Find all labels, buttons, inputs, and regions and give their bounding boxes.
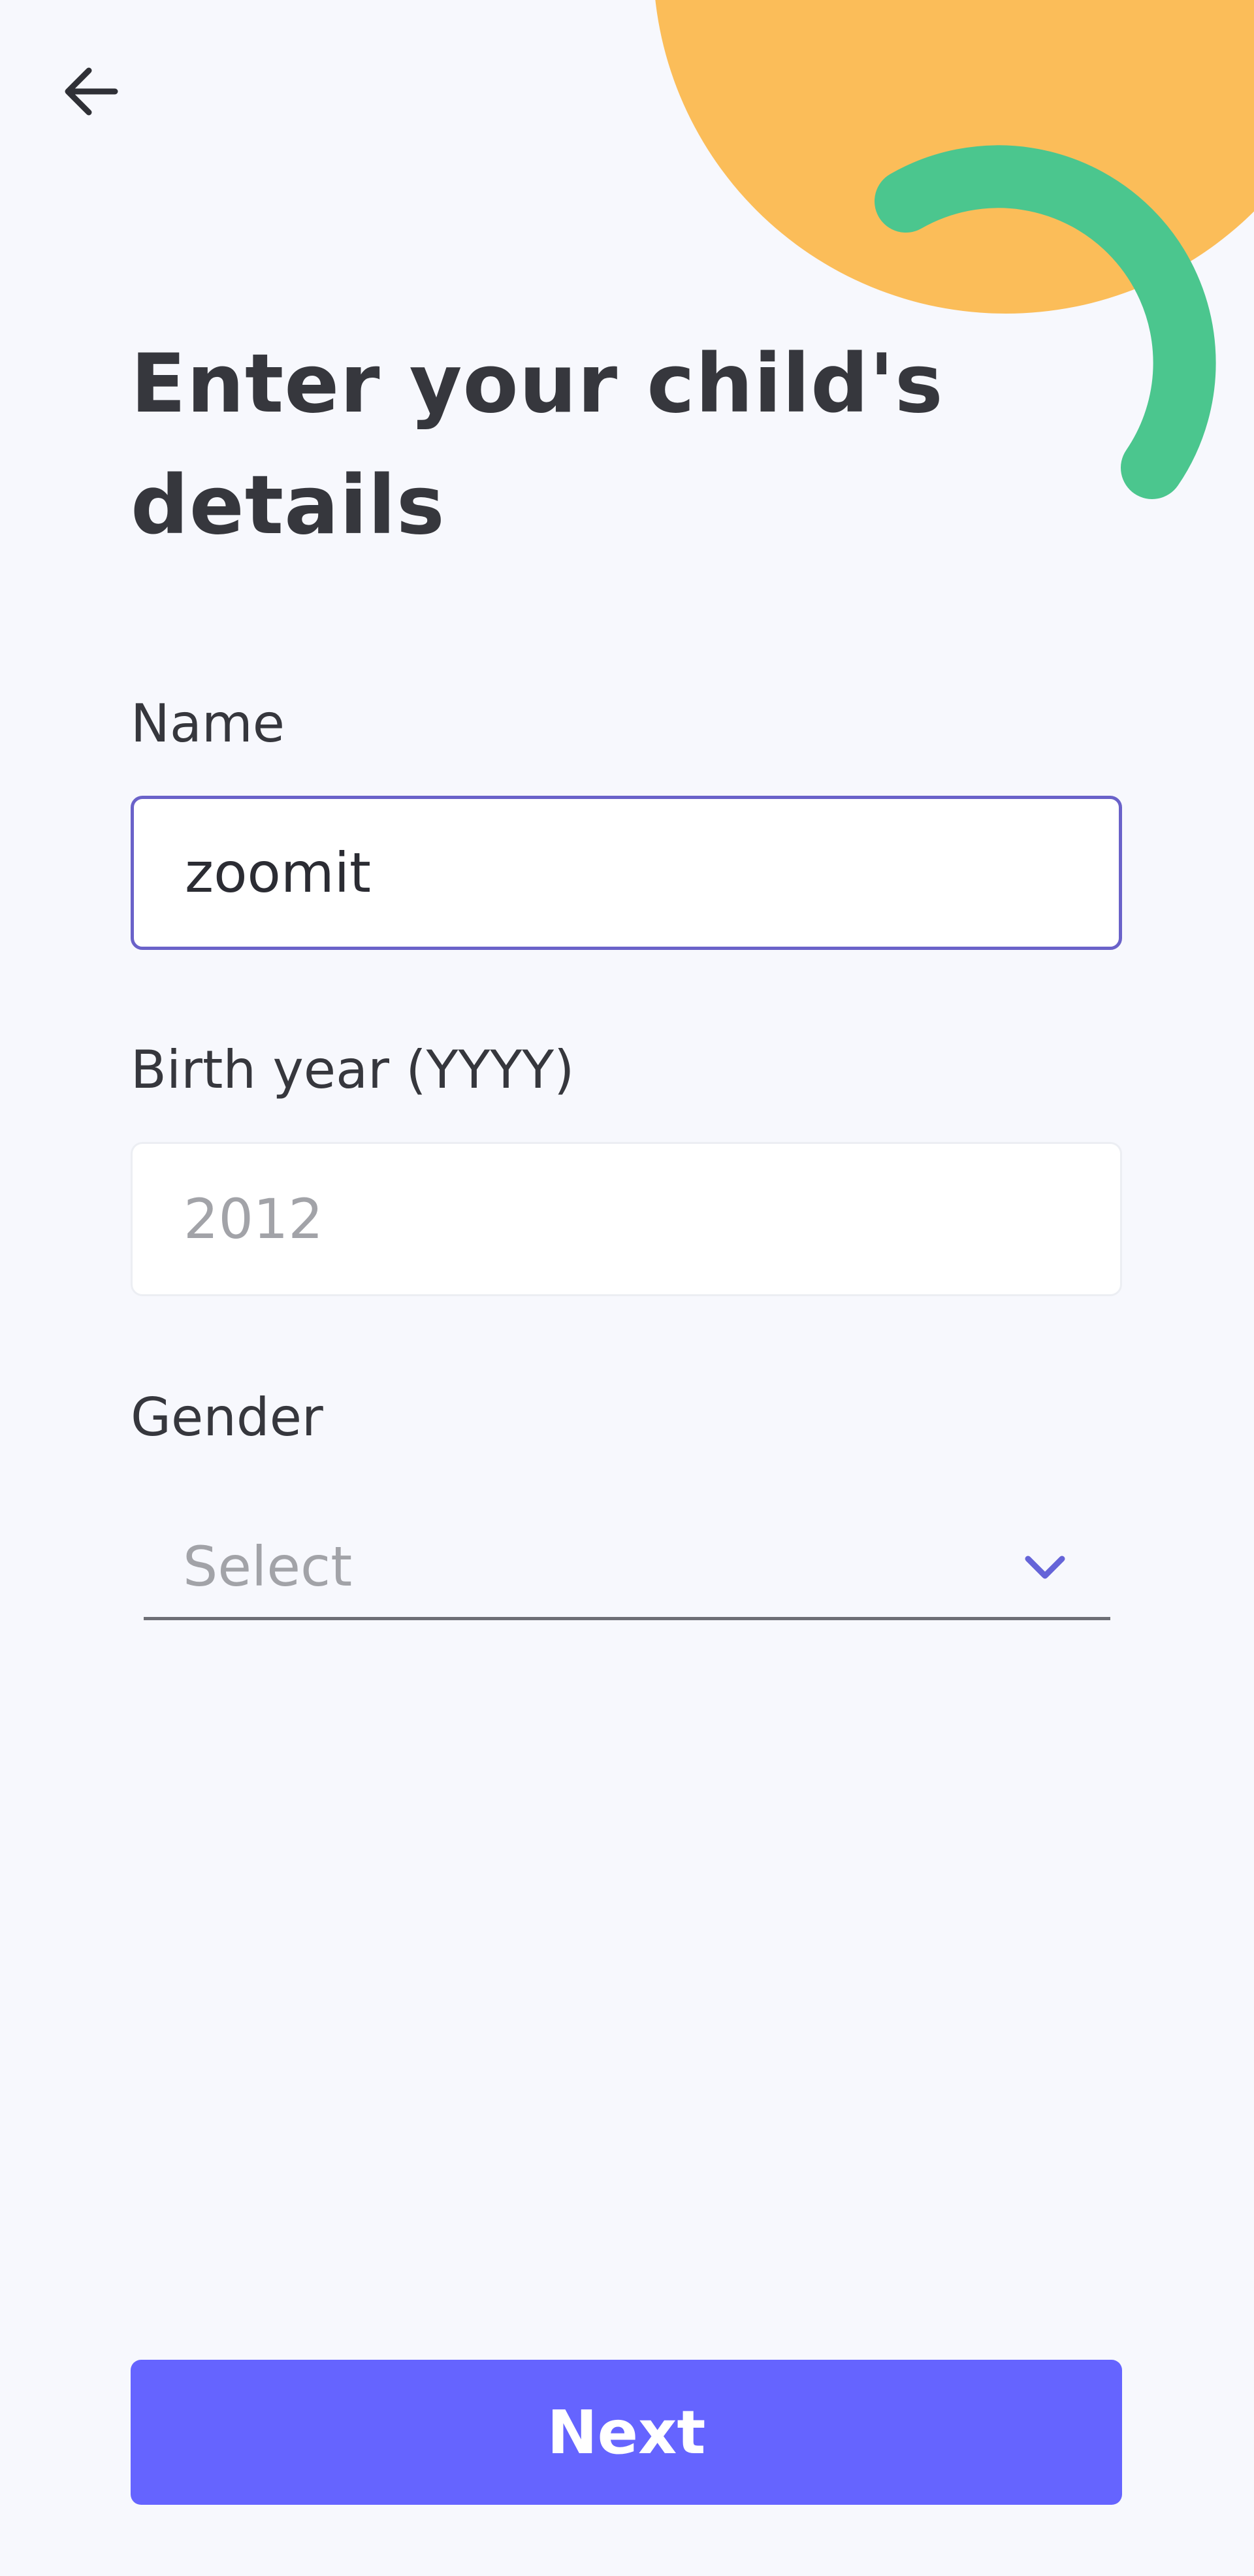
child-details-screen: Enter your child's details Name Birth ye… [0,0,1254,2576]
birth-year-label: Birth year (YYYY) [131,1039,575,1100]
birth-year-input[interactable] [131,1142,1122,1296]
back-button[interactable] [39,39,144,144]
chevron-down-icon [1019,1541,1071,1593]
gender-select[interactable]: Select [144,1516,1110,1620]
page-title: Enter your child's details [131,337,944,553]
name-input[interactable] [131,796,1122,950]
name-label: Name [131,693,285,754]
arrow-left-icon [65,67,118,116]
next-button[interactable]: Next [131,2360,1122,2505]
gender-label: Gender [131,1387,323,1448]
gender-select-value: Select [183,1534,353,1599]
